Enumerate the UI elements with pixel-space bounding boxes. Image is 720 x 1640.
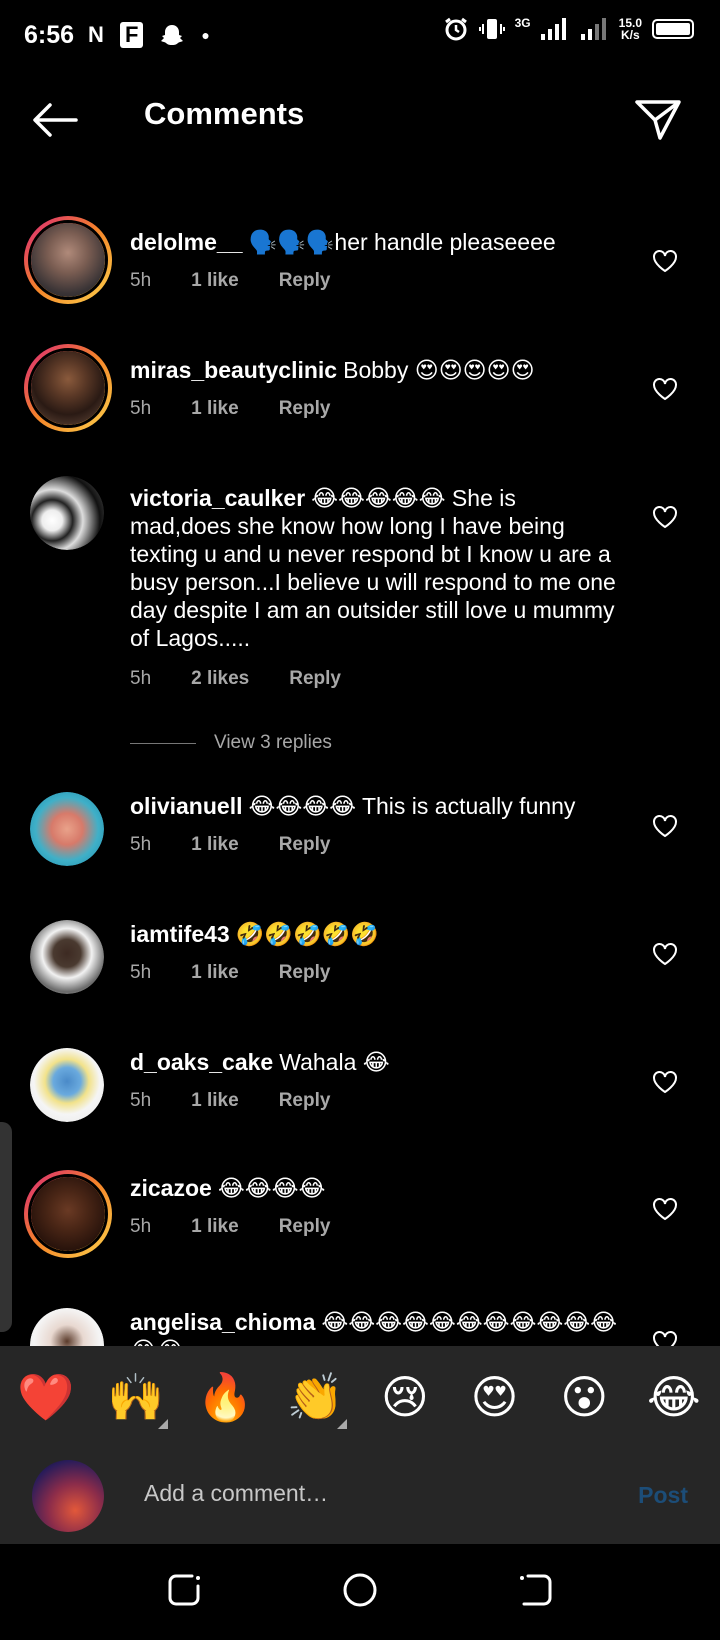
- netflix-notification-icon: N: [88, 22, 104, 47]
- share-send-icon[interactable]: [634, 98, 682, 142]
- like-heart-icon[interactable]: [652, 1197, 678, 1221]
- reply-button[interactable]: Reply: [279, 1216, 331, 1238]
- comment-username[interactable]: zicazoe: [130, 1175, 212, 1201]
- post-button[interactable]: Post: [638, 1482, 688, 1509]
- avatar[interactable]: [30, 1308, 104, 1346]
- comment-likes[interactable]: 1 like: [191, 962, 239, 984]
- reaction-heart-eyes-icon[interactable]: 😍: [465, 1370, 525, 1424]
- comment-time: 5h: [130, 1216, 152, 1237]
- signal-2-icon: [580, 18, 606, 40]
- reply-button[interactable]: Reply: [289, 668, 341, 690]
- current-user-avatar: [32, 1460, 104, 1532]
- reply-button[interactable]: Reply: [279, 834, 331, 856]
- like-heart-icon[interactable]: [652, 1070, 678, 1094]
- signal-icon: [540, 18, 566, 40]
- comments-list[interactable]: delolme__ 🗣️🗣️🗣️her handle pleaseeee 5h 1…: [0, 172, 720, 1346]
- system-nav-bar: [0, 1544, 720, 1640]
- comment-likes[interactable]: 1 like: [191, 834, 239, 856]
- vibrate-icon: [478, 19, 505, 39]
- comment-username[interactable]: miras_beautyclinic: [130, 357, 337, 383]
- comment-time: 5h: [130, 834, 152, 855]
- alarm-icon: [444, 17, 467, 41]
- back-nav-icon[interactable]: [514, 1568, 558, 1612]
- reaction-surprised-icon[interactable]: 😮: [554, 1370, 614, 1424]
- comment-compose-bar: Add a comment… Post: [0, 1448, 720, 1544]
- comment-text: 😂😂😂😂: [217, 1175, 326, 1201]
- view-replies-button[interactable]: View 3 replies: [130, 732, 332, 754]
- reply-button[interactable]: Reply: [279, 1090, 331, 1112]
- like-heart-icon[interactable]: [652, 942, 678, 966]
- comment-username[interactable]: victoria_caulker: [130, 485, 305, 511]
- battery-icon: [652, 19, 694, 39]
- reply-button[interactable]: Reply: [279, 270, 331, 292]
- status-bar: 6:56 N F ● 3G 15.0 K/s: [0, 0, 720, 70]
- snapchat-notification-icon: [161, 25, 184, 45]
- reaction-raised-hands-icon[interactable]: 🙌: [106, 1370, 168, 1429]
- comment-text: 😂😂😂😂 This is actually funny: [248, 793, 576, 819]
- like-heart-icon[interactable]: [652, 377, 678, 401]
- reaction-clap-icon[interactable]: 👏: [285, 1370, 348, 1429]
- home-icon[interactable]: [338, 1568, 382, 1612]
- comment-time: 5h: [130, 668, 152, 689]
- comment-time: 5h: [130, 1090, 152, 1111]
- comment-text: 🗣️🗣️🗣️her handle pleaseeee: [248, 229, 556, 255]
- comment-username[interactable]: iamtife43: [130, 921, 230, 947]
- like-heart-icon[interactable]: [652, 1330, 678, 1346]
- edge-panel-handle[interactable]: [0, 1122, 12, 1332]
- reaction-fire-icon[interactable]: 🔥: [195, 1370, 255, 1425]
- status-time: 6:56: [24, 20, 75, 49]
- dot-icon: ●: [201, 27, 210, 43]
- comment-likes[interactable]: 1 like: [191, 398, 239, 420]
- comment-username[interactable]: angelisa_chioma: [130, 1309, 315, 1335]
- comments-header: Comments: [0, 82, 720, 154]
- avatar[interactable]: [24, 1170, 112, 1258]
- like-heart-icon[interactable]: [652, 814, 678, 838]
- avatar[interactable]: [30, 792, 104, 866]
- quick-reactions-bar: ❤️ 🙌 🔥 👏 😢 😍 😮 😂: [0, 1346, 720, 1448]
- comment-username[interactable]: olivianuell: [130, 793, 242, 819]
- comment-input[interactable]: Add a comment…: [144, 1480, 328, 1507]
- like-heart-icon[interactable]: [652, 249, 678, 273]
- comment-text: Wahala 😂: [279, 1049, 390, 1075]
- comment-likes[interactable]: 1 like: [191, 270, 239, 292]
- avatar[interactable]: [30, 920, 104, 994]
- reaction-laughing-icon[interactable]: 😂: [644, 1370, 704, 1424]
- avatar[interactable]: [24, 344, 112, 432]
- reply-button[interactable]: Reply: [279, 962, 331, 984]
- back-arrow-icon[interactable]: [30, 100, 80, 140]
- comment-username[interactable]: d_oaks_cake: [130, 1049, 273, 1075]
- page-title: Comments: [144, 96, 305, 131]
- avatar[interactable]: [24, 216, 112, 304]
- comment-time: 5h: [130, 270, 152, 291]
- comment-likes[interactable]: 2 likes: [191, 668, 249, 690]
- recent-apps-icon[interactable]: [162, 1568, 206, 1612]
- reaction-crying-icon[interactable]: 😢: [375, 1370, 435, 1424]
- reply-button[interactable]: Reply: [279, 398, 331, 420]
- network-type: 3G: [514, 16, 531, 30]
- comment-time: 5h: [130, 962, 152, 983]
- comment-text: Bobby 😍😍😍😍😍: [343, 357, 535, 383]
- comment-username[interactable]: delolme__: [130, 229, 243, 255]
- comment-likes[interactable]: 1 like: [191, 1090, 239, 1112]
- reaction-heart-icon[interactable]: ❤️: [16, 1370, 76, 1425]
- like-heart-icon[interactable]: [652, 505, 678, 529]
- comment-text: 🤣🤣🤣🤣🤣: [235, 921, 379, 947]
- avatar[interactable]: [30, 1048, 104, 1122]
- comment-likes[interactable]: 1 like: [191, 1216, 239, 1238]
- avatar[interactable]: [30, 476, 104, 550]
- comment-time: 5h: [130, 398, 152, 419]
- network-speed: 15.0 K/s: [618, 16, 642, 42]
- facebook-notification-icon: F: [119, 22, 144, 48]
